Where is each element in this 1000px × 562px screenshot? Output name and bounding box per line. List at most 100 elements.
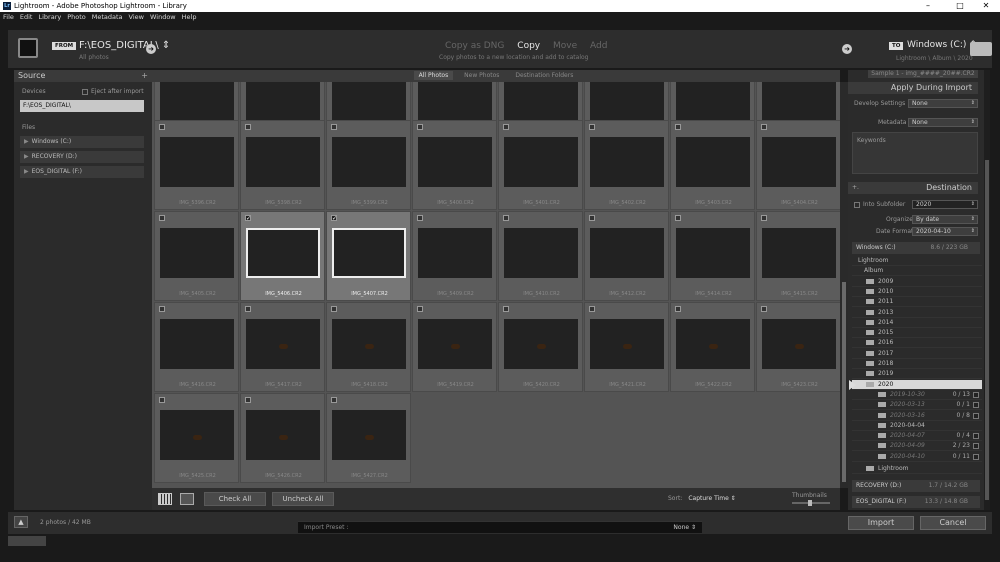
folder-checkbox[interactable]	[973, 453, 979, 460]
photo-checkbox[interactable]	[503, 306, 509, 312]
menu-edit[interactable]: Edit	[17, 12, 36, 22]
tree-folder-year[interactable]: 2014	[852, 318, 982, 328]
photo-thumbnail[interactable]	[762, 228, 836, 278]
menu-window[interactable]: Window	[147, 12, 179, 22]
grid-view-icon[interactable]	[158, 493, 172, 505]
tab-destination-folders[interactable]: Destination Folders	[510, 71, 578, 80]
menu-help[interactable]: Help	[179, 12, 200, 22]
right-panel-scrollbar[interactable]	[984, 70, 990, 510]
scroll-thumb[interactable]	[985, 160, 989, 500]
add-source-icon[interactable]: +	[141, 70, 148, 82]
photo-checkbox[interactable]	[417, 124, 423, 130]
expand-icon[interactable]: ▶	[24, 138, 29, 145]
photo-cell[interactable]: IMG_5409.CR2	[412, 211, 497, 301]
menu-view[interactable]: View	[126, 12, 147, 22]
tree-folder-lightroom-sub[interactable]: Lightroom	[852, 464, 982, 474]
tree-folder-year[interactable]: 2009	[852, 277, 982, 287]
tree-subfolder[interactable]: 2020-04-07 0 / 4	[852, 431, 982, 442]
photo-thumbnail[interactable]	[676, 228, 750, 278]
tree-folder-year[interactable]: 2018	[852, 359, 982, 369]
tree-folder-year[interactable]: 2019	[852, 369, 982, 380]
photo-cell[interactable]: IMG_5415.CR2	[756, 211, 840, 301]
tree-folder-year[interactable]: 2017	[852, 349, 982, 359]
menu-library[interactable]: Library	[35, 12, 64, 22]
checkbox-icon[interactable]	[82, 88, 88, 95]
photo-checkbox[interactable]	[159, 124, 165, 130]
photo-thumbnail[interactable]	[246, 319, 320, 369]
thumbnail-size-slider[interactable]	[792, 500, 830, 506]
photo-cell[interactable]: IMG_5416.CR2	[154, 302, 239, 392]
photo-cell[interactable]: IMG_5398.CR2	[240, 120, 325, 210]
photo-checkbox[interactable]	[159, 215, 165, 221]
tree-subfolder[interactable]: 2020-04-09 2 / 23	[852, 441, 982, 452]
photo-checkbox[interactable]	[159, 397, 165, 403]
tree-folder-2020[interactable]: 2020	[852, 379, 982, 390]
photo-cell[interactable]: IMG_5425.CR2	[154, 393, 239, 483]
photo-checkbox[interactable]	[417, 306, 423, 312]
photo-thumbnail[interactable]	[160, 228, 234, 278]
photo-checkbox[interactable]	[331, 306, 337, 312]
import-button[interactable]: Import	[848, 516, 914, 530]
destination-header[interactable]: Destination	[848, 182, 978, 194]
photo-thumbnail[interactable]	[418, 319, 492, 369]
tree-folder-lightroom[interactable]: Lightroom	[852, 256, 982, 266]
photo-thumbnail[interactable]	[418, 137, 492, 187]
destination-volume-windows[interactable]: Windows (C:) 8.6 / 223 GB	[852, 242, 980, 254]
check-all-button[interactable]: Check All	[204, 492, 266, 506]
cancel-button[interactable]: Cancel	[920, 516, 986, 530]
close-window-button[interactable]: ✕	[974, 0, 998, 12]
tree-folder-year[interactable]: 2015	[852, 328, 982, 339]
photo-checkbox[interactable]	[503, 215, 509, 221]
photo-checkbox[interactable]	[245, 124, 251, 130]
tree-subfolder[interactable]: 2020-03-13 0 / 1	[852, 400, 982, 411]
photo-thumbnail[interactable]	[332, 410, 406, 460]
folder-checkbox[interactable]	[973, 443, 979, 450]
photo-thumbnail[interactable]	[246, 410, 320, 460]
destination-selector[interactable]: Windows (C:) ⇕	[907, 40, 977, 50]
files-volume-recovery[interactable]: ▶ RECOVERY (D:)	[20, 151, 144, 163]
source-panel-header[interactable]: Source +	[14, 70, 152, 82]
photo-cell[interactable]: ✓ IMG_5406.CR2	[240, 211, 325, 301]
photo-thumbnail[interactable]	[590, 228, 664, 278]
show-filmstrip-button[interactable]: ▲	[14, 516, 28, 528]
photo-checkbox[interactable]	[589, 306, 595, 312]
photo-checkbox[interactable]	[761, 215, 767, 221]
photo-checkbox[interactable]: ✓	[245, 215, 251, 222]
photo-cell[interactable]: IMG_5414.CR2	[670, 211, 755, 301]
photo-thumbnail[interactable]	[590, 137, 664, 187]
photo-cell[interactable]: IMG_5403.CR2	[670, 120, 755, 210]
photo-cell[interactable]: ✓ IMG_5407.CR2	[326, 211, 411, 301]
destination-arrow-icon[interactable]: ➜	[842, 44, 852, 54]
photo-cell[interactable]: IMG_5399.CR2	[326, 120, 411, 210]
uncheck-all-button[interactable]: Uncheck All	[272, 492, 334, 506]
photo-checkbox[interactable]	[331, 124, 337, 130]
scroll-thumb[interactable]	[842, 282, 846, 482]
loupe-view-icon[interactable]	[180, 493, 194, 505]
photo-thumbnail[interactable]	[332, 319, 406, 369]
menu-metadata[interactable]: Metadata	[89, 12, 126, 22]
photo-cell[interactable]: IMG_5427.CR2	[326, 393, 411, 483]
minimize-button[interactable]: –	[916, 0, 940, 12]
expand-icon[interactable]: ▶	[24, 168, 29, 175]
tree-folder-year[interactable]: 2016	[852, 338, 982, 349]
organize-select[interactable]: By date	[912, 215, 978, 224]
photo-cell[interactable]: IMG_5402.CR2	[584, 120, 669, 210]
destination-volume[interactable]: EOS_DIGITAL (F:) 13.3 / 14.8 GB	[852, 496, 980, 508]
photo-thumbnail[interactable]	[160, 319, 234, 369]
import-preset-select[interactable]: None ⇕	[673, 522, 696, 534]
keywords-input[interactable]: Keywords	[852, 132, 978, 174]
photo-cell[interactable]: IMG_5410.CR2	[498, 211, 583, 301]
photo-thumbnail[interactable]	[676, 137, 750, 187]
add-destination-icon[interactable]: +.	[852, 184, 859, 191]
photo-cell[interactable]: IMG_5401.CR2	[498, 120, 583, 210]
folder-checkbox[interactable]	[973, 391, 979, 398]
photo-thumbnail[interactable]	[246, 228, 320, 278]
tree-folder-year[interactable]: 2010	[852, 287, 982, 297]
tree-folder-album[interactable]: Album	[852, 266, 982, 277]
photo-thumbnail[interactable]	[504, 228, 578, 278]
menu-file[interactable]: File	[0, 12, 17, 22]
apply-during-import-header[interactable]: Apply During Import	[848, 82, 978, 94]
into-subfolder-input[interactable]: 2020	[912, 200, 978, 209]
photo-cell[interactable]: IMG_5421.CR2	[584, 302, 669, 392]
mode-copy-as-dng[interactable]: Copy as DNG	[445, 41, 504, 51]
